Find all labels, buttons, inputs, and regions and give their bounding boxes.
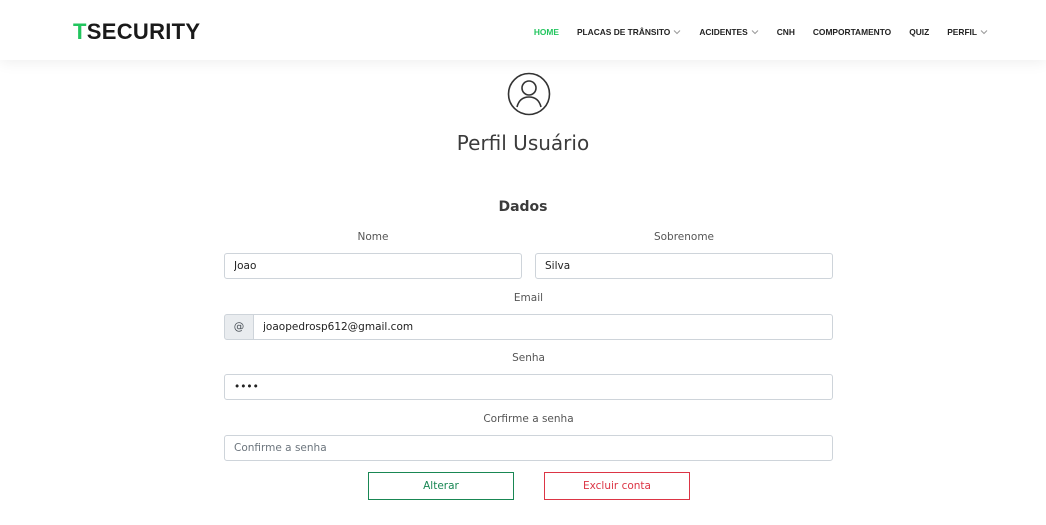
email-input-group: @	[224, 314, 833, 340]
nav-item-label: PLACAS DE TRÂNSITO	[576, 27, 671, 37]
email-label: Email	[513, 292, 544, 304]
nav-item-label: CNH	[776, 27, 795, 37]
nav-item-label: ACIDENTES	[699, 27, 748, 37]
nav-item-acidentes[interactable]: ACIDENTES	[699, 27, 759, 37]
nome-label: Nome	[357, 231, 389, 243]
nav-item-placas[interactable]: PLACAS DE TRÂNSITO	[577, 27, 681, 37]
alterar-button[interactable]: Alterar	[368, 472, 514, 500]
nav-item-comportamento[interactable]: COMPORTAMENTO	[813, 27, 891, 37]
sobrenome-input[interactable]	[535, 253, 833, 279]
brand-logo-accent: T	[73, 19, 87, 44]
at-sign-icon: @	[224, 314, 254, 340]
page-title: Perfil Usuário	[456, 131, 590, 155]
email-input[interactable]	[254, 314, 833, 340]
user-circle-icon	[507, 72, 551, 116]
sobrenome-label: Sobrenome	[653, 231, 715, 243]
nome-input[interactable]	[224, 253, 522, 279]
main-nav: HOME PLACAS DE TRÂNSITO ACIDENTES CNH CO…	[516, 27, 988, 37]
confirmar-senha-input[interactable]	[224, 435, 833, 461]
nav-item-label: HOME	[533, 27, 559, 37]
chevron-down-icon	[751, 30, 759, 35]
nav-item-cnh[interactable]: CNH	[777, 27, 795, 37]
brand-logo[interactable]: TSECURITY	[73, 19, 200, 45]
senha-label: Senha	[512, 352, 545, 364]
section-title: Dados	[498, 199, 548, 215]
nav-item-home[interactable]: HOME	[534, 27, 559, 37]
confirmar-senha-label: Corfirme a senha	[483, 413, 574, 425]
brand-logo-text: SECURITY	[86, 19, 201, 44]
top-navbar: TSECURITY HOME PLACAS DE TRÂNSITO ACIDEN…	[0, 0, 1046, 60]
chevron-down-icon	[980, 30, 988, 35]
excluir-conta-button[interactable]: Excluir conta	[544, 472, 690, 500]
nav-item-quiz[interactable]: QUIZ	[909, 27, 929, 37]
senha-input[interactable]	[224, 374, 833, 400]
nav-item-perfil[interactable]: PERFIL	[947, 27, 988, 37]
nav-item-label: COMPORTAMENTO	[812, 27, 892, 37]
nav-item-label: QUIZ	[909, 27, 930, 37]
chevron-down-icon	[673, 30, 681, 35]
nav-item-label: PERFIL	[947, 27, 977, 37]
